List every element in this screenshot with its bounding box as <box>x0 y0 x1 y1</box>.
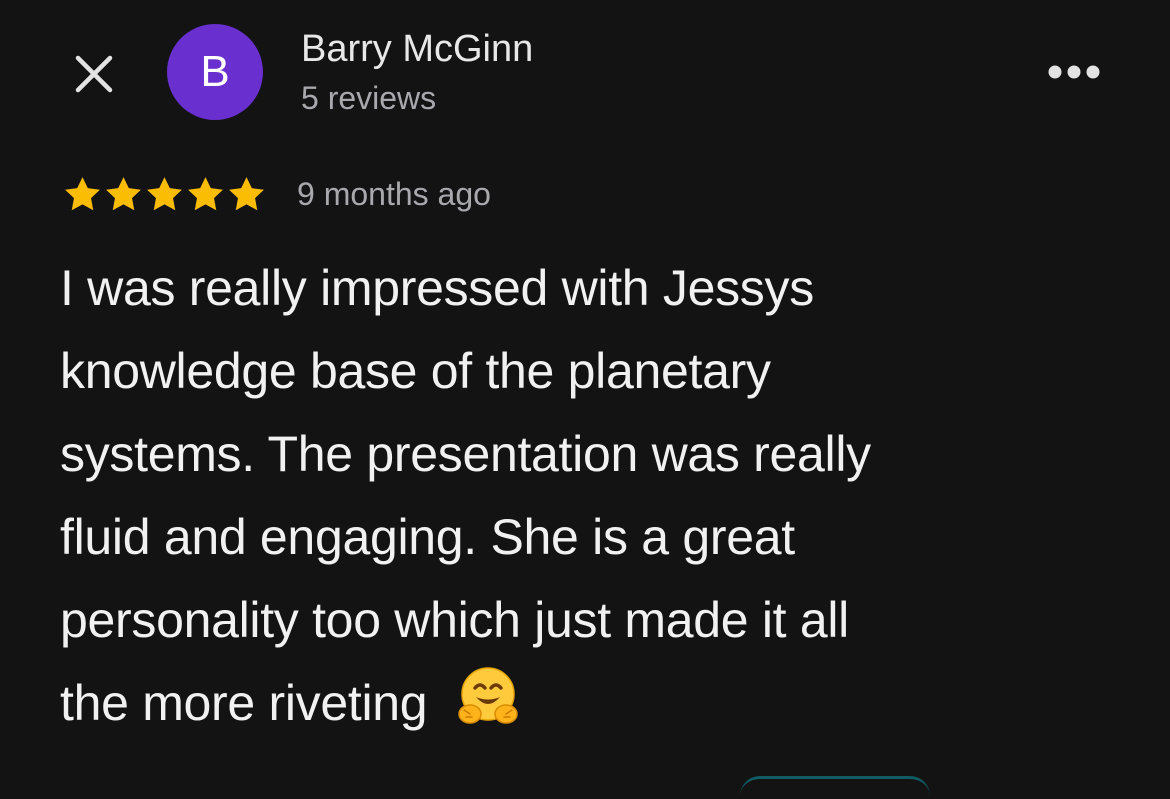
avatar[interactable]: B <box>167 24 263 120</box>
reviewer-name[interactable]: Barry McGinn <box>301 28 533 71</box>
review-text-line: personality too which just made it all <box>60 592 849 648</box>
review-text-line: systems. The presentation was really <box>60 426 871 482</box>
close-icon <box>75 55 113 93</box>
close-button[interactable] <box>68 48 120 100</box>
rating-row: 9 months ago <box>62 170 491 218</box>
star-rating <box>62 174 267 215</box>
bottom-sheet-edge <box>740 776 930 799</box>
hugging-face-emoji-icon <box>458 667 519 724</box>
star-icon <box>106 176 141 210</box>
more-horizontal-icon <box>1048 65 1100 79</box>
review-text-line: the more riveting <box>60 675 428 731</box>
review-header: B Barry McGinn 5 reviews <box>0 0 1170 140</box>
review-text-line-last: the more riveting <box>60 662 1120 745</box>
star-icon <box>229 176 264 210</box>
review-text-line: knowledge base of the planetary <box>60 343 771 399</box>
review-date: 9 months ago <box>297 175 491 212</box>
star-icon <box>188 176 223 210</box>
star-icon <box>147 176 182 210</box>
review-body: I was really impressed with Jessys knowl… <box>60 247 1120 745</box>
review-text-line: fluid and engaging. She is a great <box>60 509 795 565</box>
more-options-button[interactable] <box>1040 52 1108 92</box>
star-icon <box>65 176 100 210</box>
avatar-letter: B <box>200 47 230 96</box>
review-count: 5 reviews <box>301 80 437 116</box>
review-text-line: I was really impressed with Jessys <box>60 260 814 316</box>
